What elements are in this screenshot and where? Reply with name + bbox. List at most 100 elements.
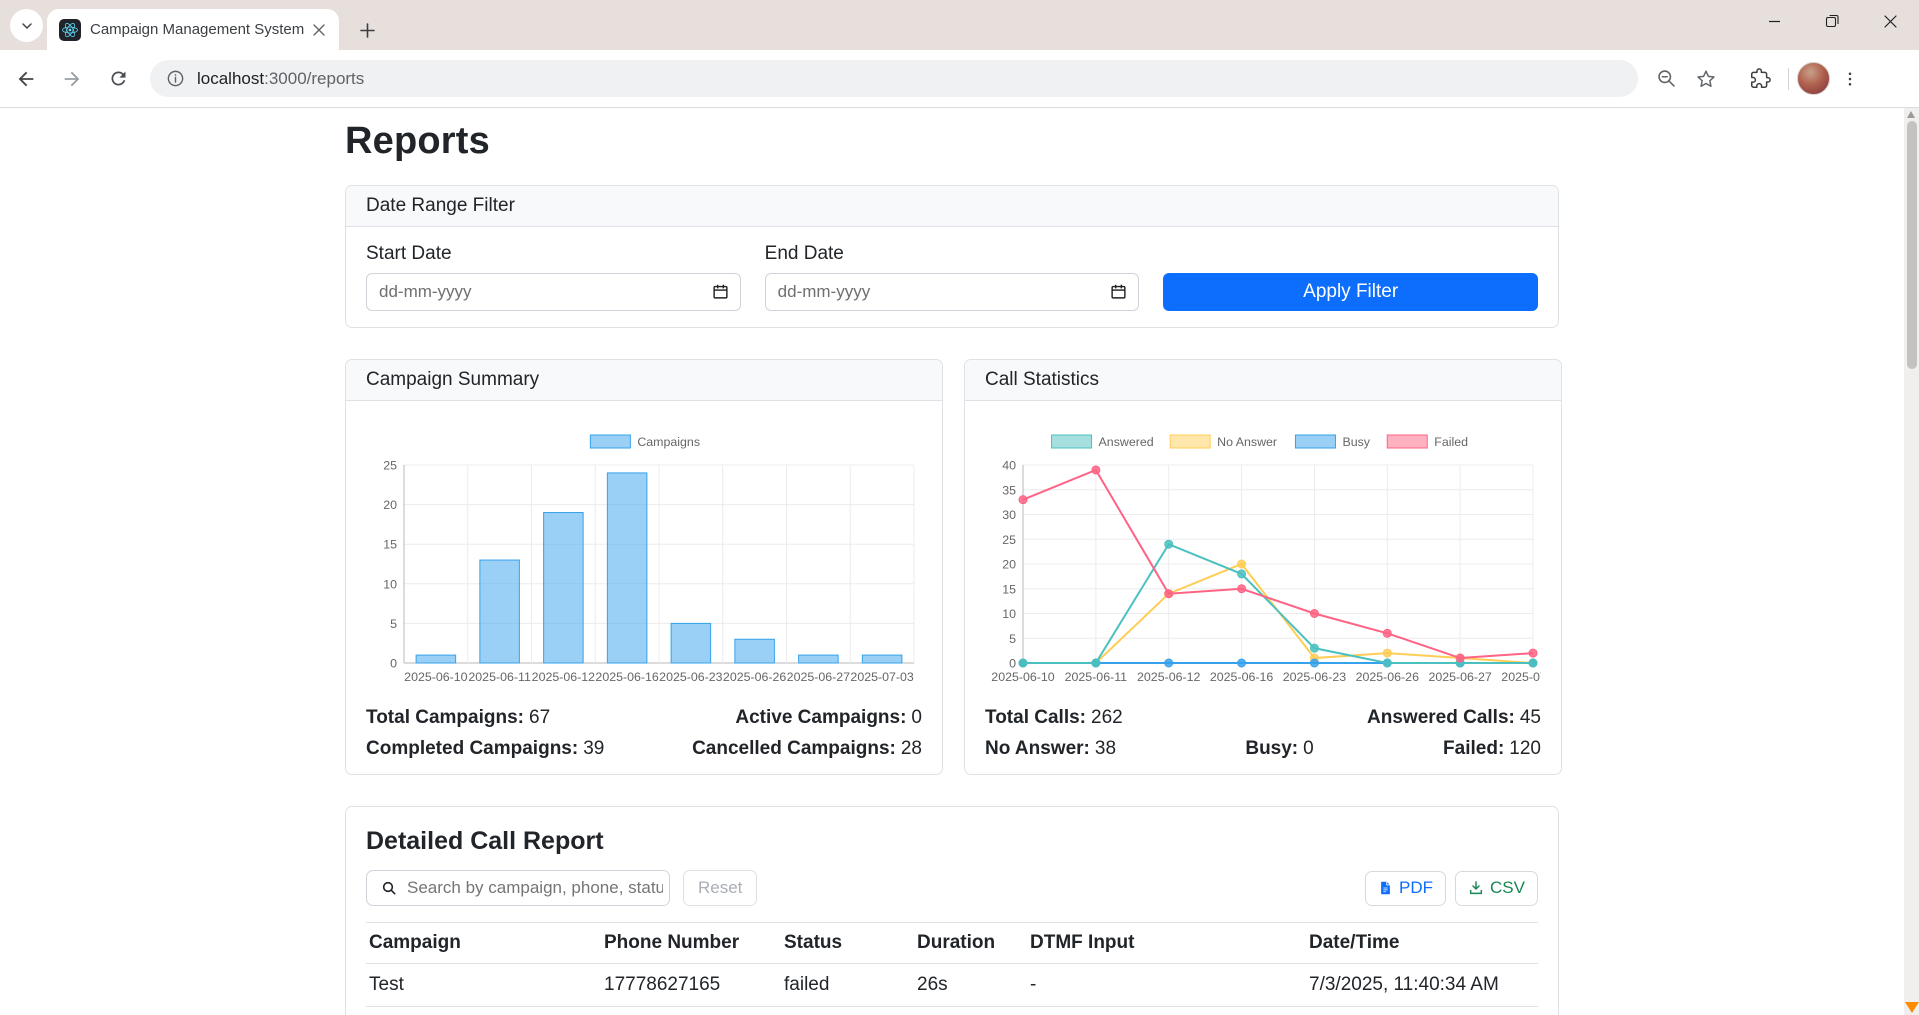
toolbar-divider — [1788, 68, 1789, 90]
start-date-input[interactable] — [366, 273, 741, 311]
table-cell: 26s — [914, 964, 1027, 1007]
call-report-table-body: Test17778627165failed26s-7/3/2025, 11:40… — [366, 964, 1538, 1015]
call-statistics-card: Call Statistics 05101520253035402025-06-… — [964, 359, 1562, 775]
svg-text:15: 15 — [1002, 582, 1016, 596]
scrollbar-thumb[interactable] — [1907, 121, 1917, 369]
svg-text:2025-06-11: 2025-06-11 — [468, 670, 531, 684]
apply-filter-button[interactable]: Apply Filter — [1163, 273, 1538, 311]
table-cell: Test — [366, 1007, 601, 1015]
chevron-down-icon — [19, 18, 35, 34]
svg-text:2025-06-12: 2025-06-12 — [532, 670, 595, 684]
site-info-icon[interactable] — [166, 69, 185, 88]
table-cell: failed — [781, 1007, 914, 1015]
tab-close-icon[interactable] — [309, 20, 329, 40]
stat-cancelled-campaigns: Cancelled Campaigns:28 — [692, 738, 922, 760]
react-favicon-icon — [59, 19, 81, 41]
scroll-down-indicator-icon — [1905, 1002, 1919, 1013]
window-minimize-button[interactable] — [1745, 0, 1803, 42]
chrome-menu-button[interactable] — [1830, 59, 1870, 99]
back-arrow-icon — [15, 68, 37, 90]
profile-avatar[interactable] — [1797, 62, 1830, 95]
filter-card-header: Date Range Filter — [346, 186, 1558, 227]
export-csv-button[interactable]: CSV — [1455, 871, 1538, 906]
svg-text:40: 40 — [1002, 459, 1016, 473]
svg-text:2025-07-03: 2025-07-03 — [1501, 670, 1541, 684]
new-tab-button[interactable] — [352, 15, 382, 45]
detailed-call-report-card: Detailed Call Report Reset PDF — [345, 806, 1559, 1015]
svg-text:2025-06-23: 2025-06-23 — [659, 670, 722, 684]
page-title: Reports — [345, 120, 1559, 163]
svg-text:2025-06-26: 2025-06-26 — [1356, 670, 1419, 684]
table-cell: Test — [366, 964, 601, 1007]
extensions-button[interactable] — [1740, 59, 1780, 99]
report-search-group — [366, 870, 670, 906]
campaign-card-header: Campaign Summary — [346, 360, 942, 401]
zoom-icon — [1656, 68, 1677, 89]
refresh-button[interactable] — [98, 59, 138, 99]
svg-text:Failed: Failed — [1434, 435, 1468, 449]
stat-completed-campaigns: Completed Campaigns:39 — [366, 738, 604, 760]
page-scrollbar[interactable] — [1904, 108, 1919, 1015]
export-pdf-button[interactable]: PDF — [1365, 871, 1446, 906]
report-search-input[interactable] — [407, 871, 669, 905]
col-dtmf-input: DTMF Input — [1027, 923, 1306, 964]
csv-download-icon — [1468, 880, 1484, 896]
svg-text:0: 0 — [390, 657, 397, 671]
call-report-table: Campaign Phone Number Status Duration DT… — [366, 922, 1538, 1015]
url-text: localhost:3000/reports — [197, 69, 364, 89]
table-cell: failed — [781, 964, 914, 1007]
svg-text:25: 25 — [383, 459, 397, 473]
svg-text:Answered: Answered — [1099, 435, 1154, 449]
svg-text:2025-06-16: 2025-06-16 — [595, 670, 658, 684]
browser-tab[interactable]: Campaign Management System — [47, 9, 339, 50]
col-phone-number: Phone Number — [601, 923, 781, 964]
restore-icon — [1825, 14, 1839, 28]
table-row: Test17778215644failed16s-7/3/2025, 11:40… — [366, 1007, 1538, 1015]
tab-search-button[interactable] — [10, 9, 43, 42]
col-duration: Duration — [914, 923, 1027, 964]
table-header-row: Campaign Phone Number Status Duration DT… — [366, 923, 1538, 964]
stat-no-answer: No Answer:38 — [985, 738, 1116, 760]
scroll-up-arrow-icon[interactable] — [1907, 111, 1915, 118]
table-cell: 17778215644 — [601, 1007, 781, 1015]
calls-card-header: Call Statistics — [965, 360, 1561, 401]
svg-text:2025-07-03: 2025-07-03 — [850, 670, 913, 684]
zoom-button[interactable] — [1646, 59, 1686, 99]
stat-total-campaigns: Total Campaigns:67 — [366, 707, 550, 729]
back-button[interactable] — [6, 59, 46, 99]
svg-text:2025-06-10: 2025-06-10 — [991, 670, 1054, 684]
svg-text:20: 20 — [383, 498, 397, 512]
browser-tab-strip: Campaign Management System — [0, 0, 1919, 50]
svg-text:0: 0 — [1009, 657, 1016, 671]
star-icon — [1695, 68, 1717, 90]
table-row: Test17778627165failed26s-7/3/2025, 11:40… — [366, 964, 1538, 1007]
svg-text:2025-06-12: 2025-06-12 — [1137, 670, 1200, 684]
svg-text:Campaigns: Campaigns — [637, 435, 700, 449]
table-cell: 16s — [914, 1007, 1027, 1015]
campaign-summary-card: Campaign Summary 05101520252025-06-10202… — [345, 359, 943, 775]
svg-text:5: 5 — [390, 617, 397, 631]
date-range-filter-card: Date Range Filter Start Date End Date — [345, 185, 1559, 328]
svg-text:10: 10 — [383, 577, 397, 591]
end-date-input[interactable] — [765, 273, 1140, 311]
svg-text:No Answer: No Answer — [1217, 435, 1277, 449]
browser-toolbar: localhost:3000/reports — [0, 50, 1919, 108]
address-bar[interactable]: localhost:3000/reports — [150, 60, 1638, 97]
window-close-button[interactable] — [1861, 0, 1919, 42]
svg-text:35: 35 — [1002, 483, 1016, 497]
bookmark-button[interactable] — [1686, 59, 1726, 99]
campaign-bar-chart: 05101520252025-06-102025-06-112025-06-12… — [366, 417, 922, 697]
reset-button[interactable]: Reset — [683, 870, 757, 906]
svg-text:2025-06-10: 2025-06-10 — [404, 670, 467, 684]
window-restore-button[interactable] — [1803, 0, 1861, 42]
tab-title: Campaign Management System — [90, 21, 309, 38]
end-date-label: End Date — [765, 243, 1140, 265]
svg-text:2025-06-27: 2025-06-27 — [1428, 670, 1491, 684]
page-content: Reports Date Range Filter Start Date End… — [0, 108, 1904, 1015]
col-date-time: Date/Time — [1306, 923, 1538, 964]
svg-text:25: 25 — [1002, 533, 1016, 547]
forward-button[interactable] — [52, 59, 92, 99]
pdf-file-icon — [1378, 880, 1393, 896]
call-statistics-line-chart: 05101520253035402025-06-102025-06-112025… — [985, 417, 1541, 697]
forward-arrow-icon — [61, 68, 83, 90]
